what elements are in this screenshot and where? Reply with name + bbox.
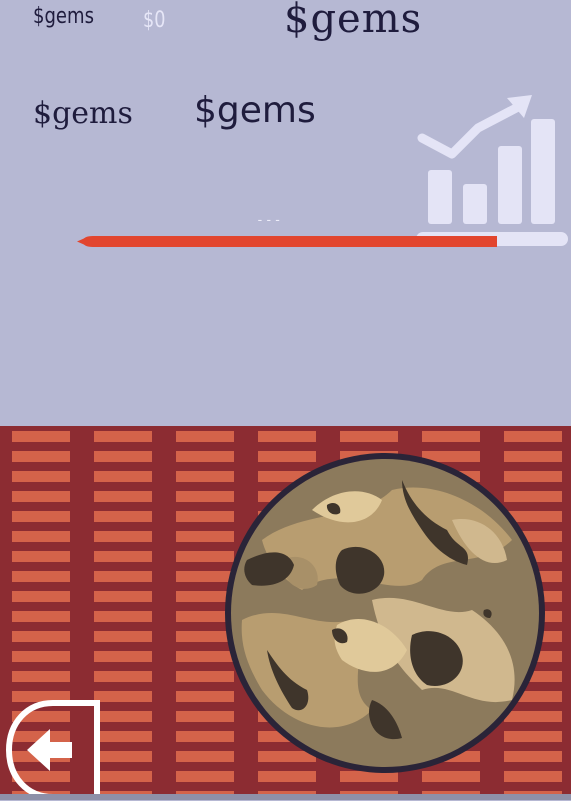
gems-title: $gems xyxy=(284,0,423,42)
cookie-icon[interactable] xyxy=(222,450,548,776)
progress-bar xyxy=(77,236,497,247)
gems-value: $0 xyxy=(143,8,166,33)
back-button[interactable] xyxy=(5,697,101,801)
gems-label-tertiary: $gems xyxy=(194,90,316,131)
progress-caption: --- xyxy=(256,213,283,228)
back-arrow-icon xyxy=(27,729,72,771)
gems-label-secondary: $gems xyxy=(33,96,133,131)
stats-chart-icon[interactable] xyxy=(414,92,571,252)
bottom-strip xyxy=(0,794,571,800)
gems-label: $gems xyxy=(33,4,95,29)
